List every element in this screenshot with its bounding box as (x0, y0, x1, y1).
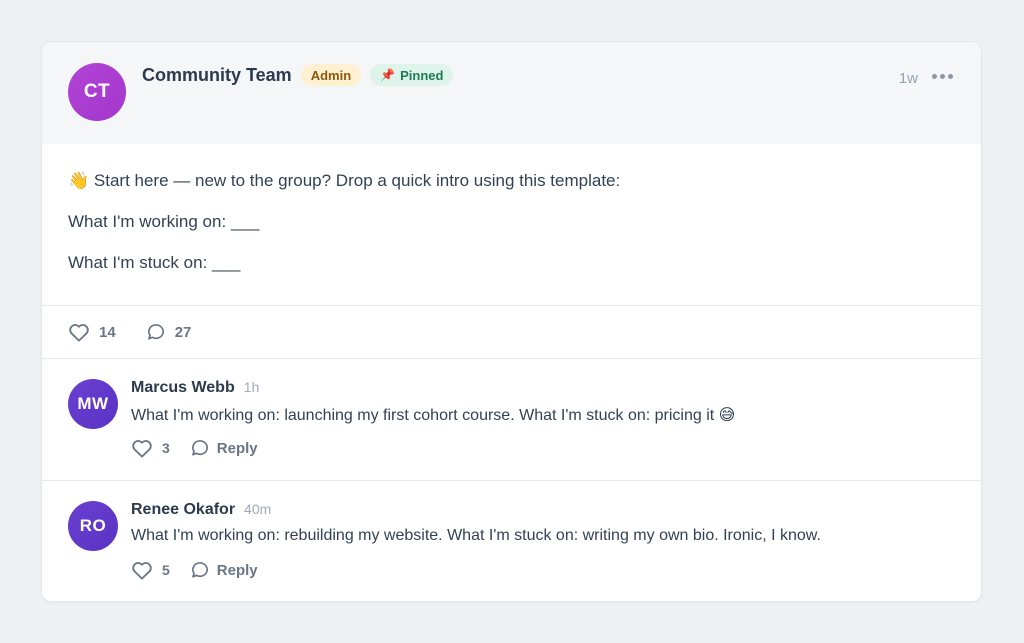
post-body-line: What I'm working on: ___ (68, 212, 260, 231)
post-meta: 1w (899, 66, 953, 87)
commenter-initials: MW (77, 394, 109, 413)
comment-text: What I'm working on: rebuilding my websi… (131, 527, 821, 544)
heart-icon (132, 440, 152, 458)
post-timestamp: 1w (898, 70, 918, 87)
comment-item: RO Renee Okafor 40m What I'm working on:… (42, 481, 981, 601)
heart-icon (69, 324, 89, 342)
comment-button[interactable]: 27 (146, 322, 192, 342)
author-initials: CT (83, 81, 111, 102)
post-card: CT Community Team Admin 📌 Pinned 1w 👋 St… (41, 41, 982, 602)
pinned-badge: 📌 Pinned (370, 64, 454, 86)
commenter-initials: RO (79, 516, 107, 535)
reply-label: Reply (216, 439, 258, 457)
commenter-avatar[interactable]: MW (68, 379, 118, 429)
comment-icon (147, 324, 164, 340)
heart-icon (132, 562, 152, 580)
comment-count: 27 (174, 323, 192, 341)
like-count: 14 (99, 323, 116, 341)
comment-timestamp: 1h (243, 379, 260, 395)
comment-icon (191, 562, 208, 578)
reply-button[interactable]: Reply (190, 560, 258, 580)
pinned-badge-label: Pinned (400, 67, 444, 83)
pin-icon: 📌 (380, 68, 396, 82)
like-button[interactable]: 14 (68, 322, 116, 342)
more-horizontal-icon[interactable] (932, 74, 953, 79)
reply-label: Reply (216, 561, 258, 579)
commenter-name[interactable]: Marcus Webb (131, 379, 235, 397)
author-line: Community Team Admin 📌 Pinned (142, 64, 454, 86)
author-name[interactable]: Community Team (142, 65, 292, 86)
post-body-line: What I'm stuck on: ___ (68, 253, 241, 272)
comment-icon (191, 440, 208, 456)
comment-like-count: 3 (162, 440, 170, 456)
post-body: 👋 Start here — new to the group? Drop a … (42, 144, 981, 305)
reply-button[interactable]: Reply (190, 438, 258, 458)
admin-badge-label: Admin (310, 67, 352, 83)
commenter-name[interactable]: Renee Okafor (131, 501, 235, 519)
comment-like-button[interactable]: 5 (131, 560, 170, 580)
comment-text: What I'm working on: launching my first … (131, 407, 736, 424)
comment-actions: 3 Reply (131, 438, 278, 458)
admin-badge: Admin (300, 64, 362, 86)
comment-timestamp: 40m (244, 501, 272, 517)
post-body-line: 👋 Start here — new to the group? Drop a … (68, 171, 621, 190)
author-avatar[interactable]: CT (68, 63, 126, 121)
commenter-avatar[interactable]: RO (68, 501, 118, 551)
comment-header: Renee Okafor 40m (131, 501, 271, 519)
comment-item: MW Marcus Webb 1h What I'm working on: l… (42, 359, 981, 480)
comment-like-count: 5 (162, 562, 170, 578)
post-actions: 14 27 (42, 306, 981, 358)
comment-actions: 5 Reply (131, 560, 278, 580)
comment-like-button[interactable]: 3 (131, 438, 170, 458)
post-header: CT Community Team Admin 📌 Pinned 1w (42, 42, 981, 144)
comment-header: Marcus Webb 1h (131, 379, 259, 397)
